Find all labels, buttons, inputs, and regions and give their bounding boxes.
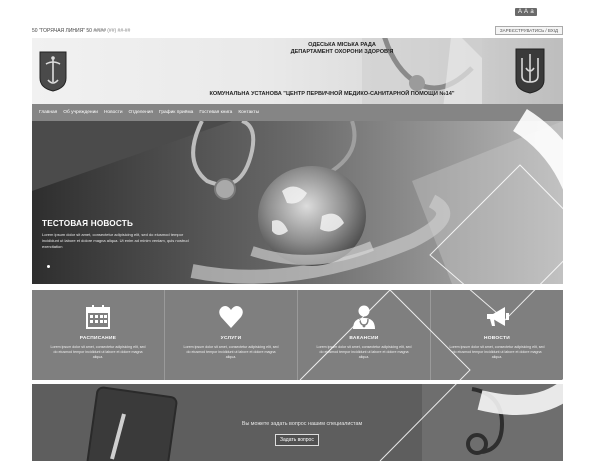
header-banner: ОДЕСЬКА МІСЬКА РАДА ДЕПАРТАМЕНТ ОХОРОНИ … xyxy=(32,38,563,104)
feature-title: РАСПИСАНИЕ xyxy=(79,336,117,341)
header-city-title: ОДЕСЬКА МІСЬКА РАДА xyxy=(308,42,376,48)
main-navigation: Главная Об учреждении Новости Отделения … xyxy=(32,104,563,121)
page: A A a 50 "ГОРЯЧАЯ ЛИНИЯ" 50 ##/## (##) #… xyxy=(0,0,589,461)
feature-services[interactable]: УСЛУГИ Lorem ipsum dolor sit amet, conse… xyxy=(165,290,298,380)
hotline-label: 50 "ГОРЯЧАЯ ЛИНИЯ" 50 ##/## xyxy=(32,28,106,34)
nav-item-home[interactable]: Главная xyxy=(36,110,60,115)
feature-schedule[interactable]: РАСПИСАНИЕ Lorem ipsum dolor sit amet, c… xyxy=(32,290,165,380)
hero-globe-image xyxy=(32,121,563,284)
header-institution-title: КОМУНАЛЬНА УСТАНОВА "ЦЕНТР ПЕРВИЧНОЙ МЕД… xyxy=(209,91,455,97)
nav-item-news[interactable]: Новости xyxy=(101,110,126,115)
ask-question-button[interactable]: Задать вопрос xyxy=(275,434,319,446)
feature-text: Lorem ipsum dolor sit amet, consectetur … xyxy=(316,345,412,359)
slider-dot[interactable] xyxy=(47,265,50,268)
nav-item-guestbook[interactable]: Гостевая книга xyxy=(196,110,235,115)
doctor-icon xyxy=(353,305,375,329)
ukraine-trident-icon xyxy=(515,48,545,94)
nav-item-contacts[interactable]: Контакты xyxy=(235,110,262,115)
feature-title: НОВОСТИ xyxy=(483,336,511,341)
nav-item-schedule[interactable]: График приёма xyxy=(156,110,196,115)
nav-item-about[interactable]: Об учреждении xyxy=(60,110,101,115)
nav-item-departments[interactable]: Отделения xyxy=(126,110,156,115)
feature-text: Lorem ipsum dolor sit amet, consectetur … xyxy=(183,345,279,359)
odesa-coat-of-arms-icon[interactable] xyxy=(38,50,68,92)
heart-icon xyxy=(219,306,243,328)
login-button[interactable]: ЗАРЕЄСТРУВАТИСЬ / ВХІД xyxy=(494,26,563,35)
header-department-title: ДЕПАРТАМЕНТ ОХОРОНИ ЗДОРОВ'Я xyxy=(290,49,394,55)
hero-slider: ТЕСТОВАЯ НОВОСТЬ Lorem ipsum dolor sit a… xyxy=(32,121,563,284)
feature-news[interactable]: НОВОСТИ Lorem ipsum dolor sit amet, cons… xyxy=(431,290,563,380)
top-bar: A A a 50 "ГОРЯЧАЯ ЛИНИЯ" 50 ##/## (##) #… xyxy=(32,8,563,36)
font-size-switcher[interactable]: A A a xyxy=(515,8,538,16)
hero-news-title[interactable]: ТЕСТОВАЯ НОВОСТЬ xyxy=(42,219,133,228)
hotline: 50 "ГОРЯЧАЯ ЛИНИЯ" 50 ##/## (##) ##-## xyxy=(32,28,130,34)
question-prompt: Вы можете задать вопрос нашим специалист… xyxy=(241,421,363,427)
features-band: РАСПИСАНИЕ Lorem ipsum dolor sit amet, c… xyxy=(32,290,563,380)
feature-vacancies[interactable]: ВАКАНСИИ Lorem ipsum dolor sit amet, con… xyxy=(298,290,431,380)
hotline-phone: (##) ##-## xyxy=(107,28,131,34)
megaphone-icon xyxy=(487,307,509,326)
calendar-icon xyxy=(86,305,110,329)
feature-text: Lorem ipsum dolor sit amet, consectetur … xyxy=(50,345,146,359)
feature-title: ВАКАНСИИ xyxy=(349,336,379,341)
feature-title: УСЛУГИ xyxy=(220,336,242,341)
feature-text: Lorem ipsum dolor sit amet, consectetur … xyxy=(449,345,545,359)
hero-news-text: Lorem ipsum dolor sit amet, consectetur … xyxy=(42,232,189,250)
ask-question-band: Вы можете задать вопрос нашим специалист… xyxy=(32,384,563,461)
